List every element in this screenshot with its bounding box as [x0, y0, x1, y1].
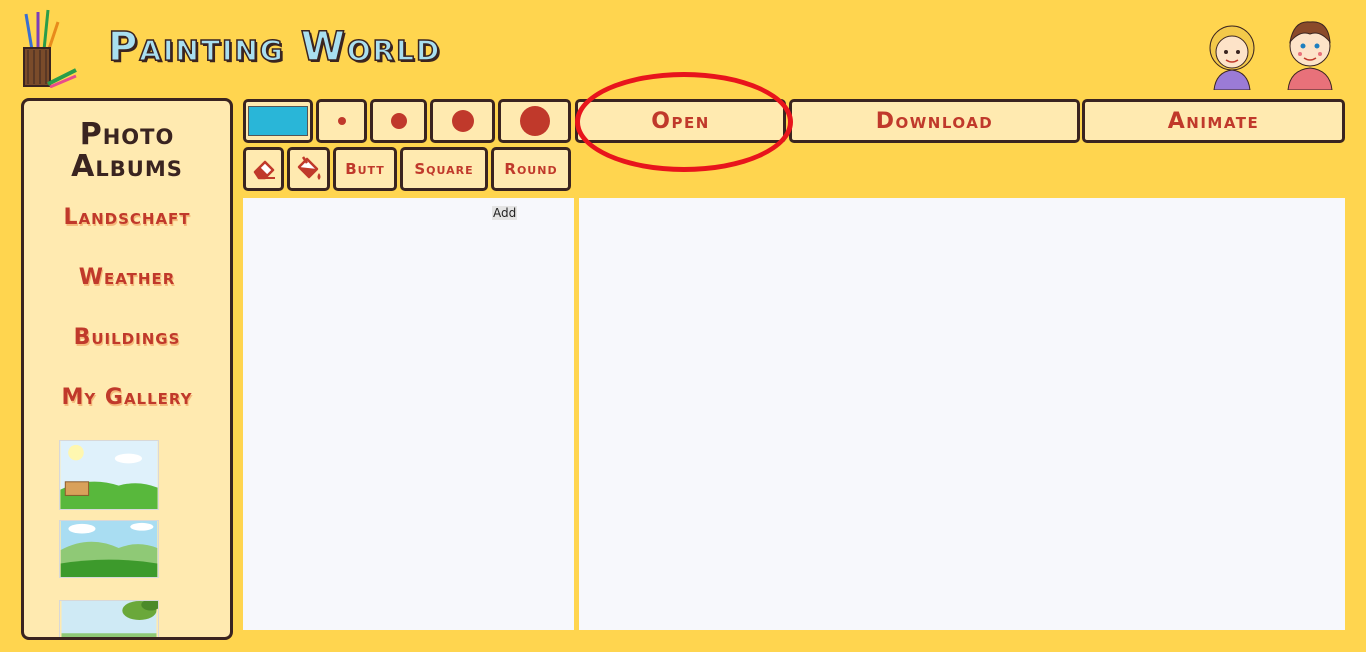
line-cap-round-button[interactable]: Round — [491, 147, 571, 191]
paint-brush-cup-icon — [23, 9, 77, 88]
brush-dot-icon — [337, 117, 346, 125]
animate-button[interactable]: Animate — [1082, 99, 1345, 143]
brush-dot-icon — [451, 110, 474, 132]
boy-avatar — [1287, 21, 1333, 90]
gallery-thumbnail[interactable] — [59, 440, 159, 510]
fill-bucket-button[interactable] — [287, 147, 330, 191]
brush-size-large-button[interactable] — [430, 99, 495, 143]
color-swatch — [248, 106, 308, 136]
paint-bucket-icon — [297, 156, 320, 180]
eraser-icon — [253, 160, 275, 180]
album-link-buildings[interactable]: Buildings — [24, 325, 230, 350]
color-picker-button[interactable] — [243, 99, 313, 143]
brush-dot-icon — [390, 113, 407, 129]
drawing-canvas[interactable] — [579, 198, 1345, 630]
add-layer-button[interactable]: Add — [492, 206, 518, 220]
brush-size-small-button[interactable] — [316, 99, 367, 143]
open-button[interactable]: Open — [575, 99, 786, 143]
brush-size-xlarge-button[interactable] — [498, 99, 571, 143]
brush-size-medium-button[interactable] — [370, 99, 427, 143]
girl-avatar — [1209, 25, 1255, 90]
gallery-thumbnail[interactable] — [59, 520, 159, 578]
gallery-thumbnail[interactable] — [59, 600, 159, 640]
line-cap-square-button[interactable]: Square — [400, 147, 488, 191]
sidebar-title: Photo Albums — [71, 117, 183, 184]
photo-albums-sidebar: Photo Albums Landschaft Weather Building… — [21, 98, 233, 640]
line-cap-butt-button[interactable]: Butt — [333, 147, 397, 191]
download-button[interactable]: Download — [789, 99, 1080, 143]
layers-panel: Add — [243, 198, 574, 630]
brush-dot-icon — [519, 106, 550, 136]
eraser-button[interactable] — [243, 147, 284, 191]
album-link-my-gallery[interactable]: My Gallery — [24, 385, 230, 410]
album-link-landschaft[interactable]: Landschaft — [24, 205, 230, 230]
album-link-weather[interactable]: Weather — [24, 265, 230, 290]
app-title: Painting World — [107, 23, 442, 71]
